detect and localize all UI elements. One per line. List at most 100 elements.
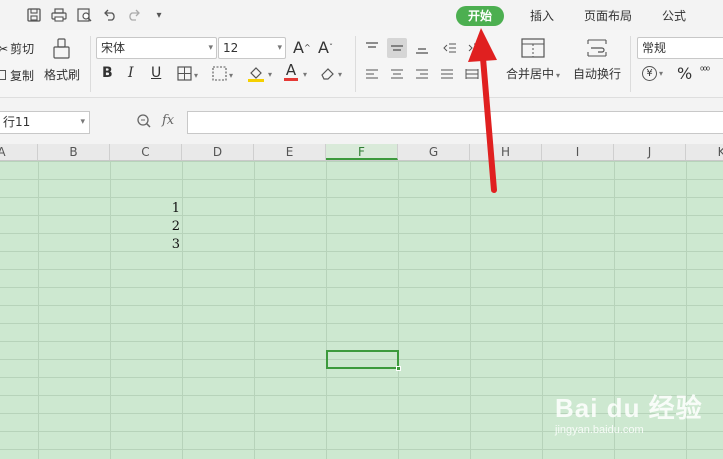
bold-button[interactable]: B: [102, 65, 113, 81]
wrap-text-button[interactable]: 自动换行: [572, 38, 622, 82]
cell-c-value[interactable]: 2: [120, 219, 180, 234]
underline-label: U: [151, 65, 162, 81]
clear-button[interactable]: ▾: [320, 66, 342, 83]
copy-icon: [0, 68, 8, 83]
merge-cells-icon: [521, 38, 545, 61]
cell-c-value[interactable]: 1: [120, 201, 180, 216]
align-bottom-icon: [416, 48, 428, 54]
save-icon[interactable]: [25, 7, 43, 23]
font-decrease-label: A: [318, 38, 329, 57]
align-right-icon: [416, 69, 428, 79]
column-header-d[interactable]: D: [182, 144, 254, 160]
decrease-indent-button[interactable]: [440, 38, 460, 58]
distributed-icon: [465, 69, 479, 79]
align-bottom-button[interactable]: [412, 38, 432, 58]
tab-home[interactable]: 开始: [456, 6, 505, 26]
column-header-k[interactable]: K: [686, 144, 723, 160]
tab-page-layout[interactable]: 页面布局: [583, 6, 633, 26]
column-header-i[interactable]: I: [542, 144, 614, 160]
zoom-icon[interactable]: [136, 113, 152, 132]
formula-input[interactable]: [187, 111, 723, 134]
thousands-button[interactable]: ⁰⁰⁰: [700, 66, 710, 77]
undo-icon[interactable]: [101, 7, 119, 23]
font-size-select[interactable]: 12 ▾: [218, 37, 286, 59]
watermark-logo: Bai du 经验: [555, 393, 703, 423]
italic-label: I: [128, 65, 134, 81]
wrap-text-label: 自动换行: [572, 67, 621, 81]
font-decrease-button[interactable]: Aˇ: [318, 38, 333, 57]
align-left-button[interactable]: [362, 64, 382, 84]
align-top-icon: [366, 42, 378, 48]
thousands-icon: ⁰⁰⁰: [700, 66, 710, 77]
scissors-icon: ✂: [0, 41, 9, 56]
align-top-button[interactable]: [362, 38, 382, 58]
name-box-value: 行11: [3, 115, 31, 129]
print-preview-icon[interactable]: [76, 7, 94, 23]
column-header-j[interactable]: J: [614, 144, 686, 160]
format-painter-button[interactable]: 格式刷: [44, 38, 80, 83]
increase-indent-button[interactable]: [465, 38, 485, 58]
currency-button[interactable]: ¥ ▾: [642, 66, 663, 81]
tab-formulas[interactable]: 公式: [660, 6, 688, 26]
font-name-value: 宋体: [101, 41, 126, 55]
chevron-down-icon: ▾: [80, 117, 85, 127]
column-header-a[interactable]: A: [0, 144, 38, 160]
copy-label: 复制: [10, 69, 35, 83]
cell-style-button[interactable]: ▾: [212, 66, 233, 84]
column-header-f[interactable]: F: [326, 144, 398, 160]
align-middle-button[interactable]: [387, 38, 407, 58]
chevron-down-icon[interactable]: ▾: [303, 70, 307, 79]
chevron-down-icon: ▾: [338, 70, 343, 79]
cut-button[interactable]: ✂ 剪切: [0, 40, 34, 57]
bold-label: B: [102, 65, 113, 81]
fill-handle[interactable]: [396, 366, 401, 371]
fill-color-button[interactable]: [247, 64, 265, 85]
currency-icon: ¥: [642, 66, 657, 81]
fx-icon[interactable]: fx: [162, 113, 174, 128]
tab-insert[interactable]: 插入: [528, 6, 556, 26]
column-header-b[interactable]: B: [38, 144, 110, 160]
justify-icon: [441, 69, 453, 79]
watermark-url: jingyan.baidu.com: [555, 424, 644, 436]
underline-button[interactable]: U: [151, 65, 161, 81]
merge-center-button[interactable]: 合并居中 ▾: [503, 38, 563, 82]
active-cell-selection[interactable]: [326, 350, 401, 371]
font-color-swatch: [284, 78, 298, 81]
percent-button[interactable]: %: [677, 64, 692, 83]
cell-c-value[interactable]: 3: [120, 237, 180, 252]
column-header-e[interactable]: E: [254, 144, 326, 160]
print-icon[interactable]: [50, 7, 68, 23]
borders-icon: [177, 66, 192, 84]
copy-button[interactable]: 复制: [0, 67, 34, 84]
italic-button[interactable]: I: [128, 65, 134, 81]
column-header-g[interactable]: G: [398, 144, 470, 160]
font-increase-button[interactable]: A ^: [293, 38, 311, 57]
number-format-select[interactable]: 常规: [637, 37, 723, 59]
chevron-down-icon: ▾: [556, 71, 561, 80]
align-center-button[interactable]: [387, 64, 407, 84]
align-right-button[interactable]: [412, 64, 432, 84]
font-color-button[interactable]: A: [284, 63, 298, 81]
justify-button[interactable]: [437, 64, 457, 84]
paint-bucket-icon: [247, 64, 265, 85]
chevron-down-icon[interactable]: ▾: [268, 70, 272, 79]
align-left-icon: [366, 69, 378, 79]
align-middle-icon: [391, 45, 403, 51]
column-header-row: ABCDEFGHIJK: [0, 144, 723, 161]
customize-icon[interactable]: ▾: [150, 7, 168, 23]
number-format-value: 常规: [642, 41, 667, 55]
redo-icon[interactable]: [125, 7, 143, 23]
indent-icon: [468, 43, 481, 53]
chevron-down-icon: ▾: [208, 43, 213, 53]
font-name-select[interactable]: 宋体 ▾: [96, 37, 217, 59]
font-increase-label: A: [293, 38, 304, 57]
name-box[interactable]: 行11 ▾: [0, 111, 90, 134]
column-header-h[interactable]: H: [470, 144, 542, 160]
cut-label: 剪切: [10, 42, 35, 56]
percent-label: %: [677, 64, 693, 83]
column-header-c[interactable]: C: [110, 144, 182, 160]
borders-button[interactable]: ▾: [177, 66, 198, 84]
distributed-align-button[interactable]: [462, 64, 482, 84]
outdent-icon: [443, 43, 456, 53]
merge-center-label: 合并居中: [505, 67, 554, 81]
